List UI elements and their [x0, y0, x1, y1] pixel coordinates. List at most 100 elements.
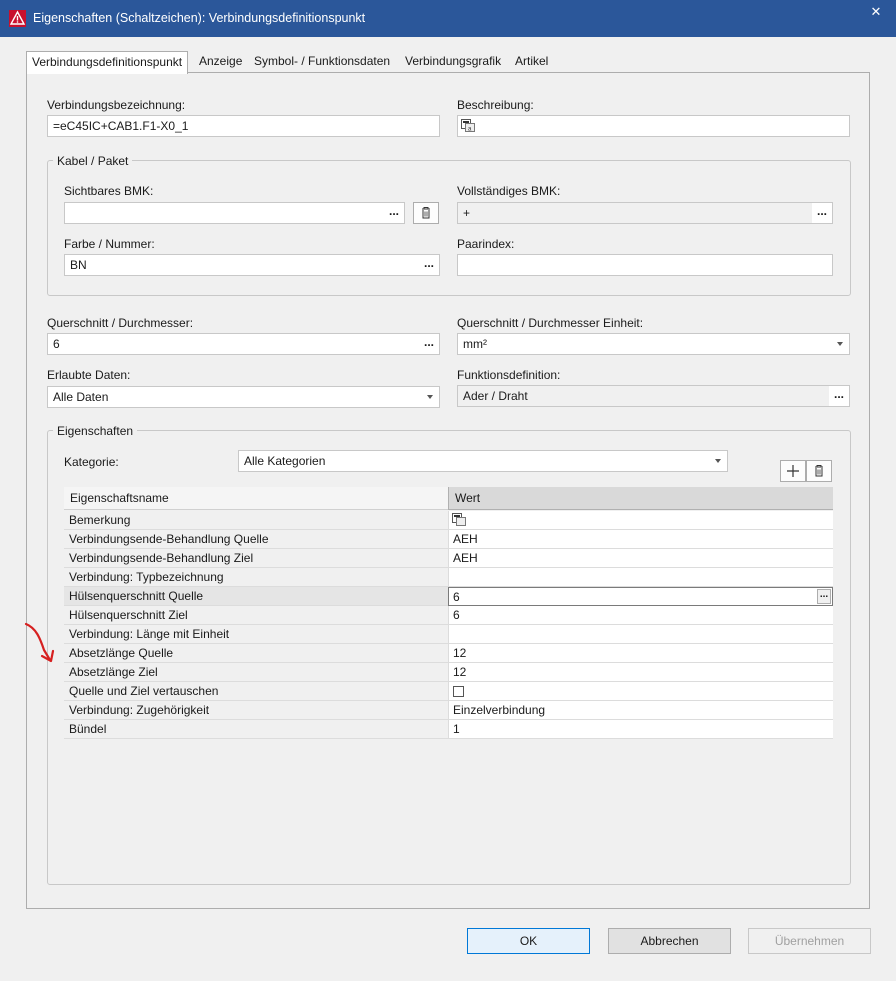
property-value-cell[interactable]: Einzelverbindung — [448, 701, 833, 720]
property-value-cell[interactable]: AEH — [448, 530, 833, 549]
sichtbares-bmk-input[interactable]: ... — [64, 202, 405, 224]
table-row[interactable]: Verbindung: Länge mit Einheit — [64, 625, 833, 644]
erlaubte-daten-value: Alle Daten — [53, 390, 109, 404]
vollstaendiges-bmk-input[interactable]: + ... — [457, 202, 833, 224]
farbe-nummer-input[interactable]: BN ... — [64, 254, 440, 276]
property-value-cell[interactable]: 1 — [448, 720, 833, 739]
funktionsdefinition-input[interactable]: Ader / Draht ... — [457, 385, 850, 407]
tab-verbindungsgrafik[interactable]: Verbindungsgrafik — [400, 51, 506, 73]
cell-browse-button[interactable]: ... — [817, 589, 831, 604]
property-value: AEH — [453, 551, 478, 565]
table-row[interactable]: Verbindungsende-Behandlung Quelle AEH — [64, 530, 833, 549]
verbindungsbezeichnung-input[interactable]: =eC45IC+CAB1.F1-X0_1 — [47, 115, 440, 137]
table-row[interactable]: Hülsenquerschnitt Ziel 6 — [64, 606, 833, 625]
multilanguage-doc-icon[interactable] — [452, 513, 466, 526]
tab-artikel[interactable]: Artikel — [510, 51, 553, 73]
verbindungsbezeichnung-label: Verbindungsbezeichnung: — [47, 98, 186, 112]
property-name-cell[interactable]: Absetzlänge Ziel — [64, 663, 448, 682]
property-value: 6 — [453, 608, 460, 622]
tab-anzeige[interactable]: Anzeige — [194, 51, 247, 73]
multilanguage-doc-icon[interactable]: a — [461, 119, 475, 132]
property-name-cell[interactable]: Absetzlänge Quelle — [64, 644, 448, 663]
property-name-cell[interactable]: Quelle und Ziel vertauschen — [64, 682, 448, 701]
property-name-cell[interactable]: Verbindungsende-Behandlung Quelle — [64, 530, 448, 549]
property-name-cell[interactable]: Hülsenquerschnitt Quelle — [64, 587, 448, 606]
querschnitt-value: 6 — [53, 337, 60, 351]
beschreibung-input[interactable]: a — [457, 115, 850, 137]
table-row[interactable]: Quelle und Ziel vertauschen — [64, 682, 833, 701]
table-row[interactable]: Hülsenquerschnitt Quelle 6... — [64, 587, 833, 606]
close-icon[interactable]: ✕ — [856, 0, 896, 24]
paarindex-input[interactable] — [457, 254, 833, 276]
property-value-cell[interactable]: 12 — [448, 644, 833, 663]
column-header-value[interactable]: Wert — [448, 487, 833, 510]
vollstaendiges-bmk-value: + — [463, 206, 471, 220]
funktionsdefinition-label: Funktionsdefinition: — [457, 368, 561, 382]
funktionsdefinition-browse-button[interactable]: ... — [829, 386, 849, 406]
cancel-button[interactable]: Abbrechen — [608, 928, 731, 954]
property-value: AEH — [453, 532, 478, 546]
property-value-cell[interactable]: AEH — [448, 549, 833, 568]
funktionsdefinition-value: Ader / Draht — [463, 389, 528, 403]
apply-button[interactable]: Übernehmen — [748, 928, 871, 954]
title-bar: Eigenschaften (Schaltzeichen): Verbindun… — [0, 0, 896, 37]
grid-header: Eigenschaftsname Wert — [64, 487, 833, 510]
add-property-button[interactable] — [780, 460, 806, 482]
sichtbares-bmk-label: Sichtbares BMK: — [64, 184, 154, 198]
property-name-cell[interactable]: Verbindung: Typbezeichnung — [64, 568, 448, 587]
property-value-cell[interactable] — [448, 568, 833, 587]
ok-button[interactable]: OK — [467, 928, 590, 954]
querschnitt-label: Querschnitt / Durchmesser: — [47, 316, 194, 330]
property-value: 12 — [453, 646, 467, 660]
table-row[interactable]: Verbindung: Typbezeichnung — [64, 568, 833, 587]
vollstaendiges-bmk-label: Vollständiges BMK: — [457, 184, 561, 198]
property-value-cell[interactable]: 6... — [448, 587, 833, 606]
property-value-cell[interactable] — [448, 625, 833, 644]
property-value-cell[interactable] — [448, 682, 833, 701]
beschreibung-label: Beschreibung: — [457, 98, 534, 112]
table-row[interactable]: Bemerkung — [64, 511, 833, 530]
property-value-cell[interactable]: 6 — [448, 606, 833, 625]
farbe-nummer-browse-button[interactable]: ... — [419, 255, 439, 275]
plus-icon — [787, 465, 799, 477]
property-name-cell[interactable]: Verbindung: Zugehörigkeit — [64, 701, 448, 720]
erlaubte-daten-select[interactable]: Alle Daten — [47, 386, 440, 408]
tab-symbol-funktionsdaten[interactable]: Symbol- / Funktionsdaten — [249, 51, 395, 73]
sichtbares-bmk-browse-button[interactable]: ... — [384, 203, 404, 223]
table-row[interactable]: Verbindung: Zugehörigkeit Einzelverbindun… — [64, 701, 833, 720]
chevron-down-icon — [427, 395, 433, 399]
column-header-name[interactable]: Eigenschaftsname — [64, 487, 448, 510]
property-name-cell[interactable]: Hülsenquerschnitt Ziel — [64, 606, 448, 625]
table-row[interactable]: Absetzlänge Ziel 12 — [64, 663, 833, 682]
eigenschaften-title: Eigenschaften — [53, 424, 138, 438]
trash-icon — [815, 465, 823, 477]
property-name-cell[interactable]: Verbindungsende-Behandlung Ziel — [64, 549, 448, 568]
property-value: Einzelverbindung — [453, 703, 546, 717]
window-title: Eigenschaften (Schaltzeichen): Verbindun… — [33, 11, 366, 25]
tab-verbindungsdefinitionspunkt[interactable]: Verbindungsdefinitionspunkt — [26, 51, 189, 74]
table-row[interactable]: Verbindungsende-Behandlung Ziel AEH — [64, 549, 833, 568]
erlaubte-daten-label: Erlaubte Daten: — [47, 368, 131, 382]
property-value-cell[interactable] — [448, 511, 833, 530]
kategorie-select[interactable]: Alle Kategorien — [238, 450, 728, 472]
checkbox[interactable] — [453, 686, 464, 697]
vollstaendiges-bmk-browse-button[interactable]: ... — [812, 203, 832, 223]
table-row[interactable]: Bündel 1 — [64, 720, 833, 739]
querschnitt-einheit-select[interactable]: mm² — [457, 333, 850, 355]
querschnitt-browse-button[interactable]: ... — [419, 334, 439, 354]
querschnitt-einheit-value: mm² — [463, 337, 487, 351]
property-name-cell[interactable]: Bemerkung — [64, 511, 448, 530]
property-grid: Eigenschaftsname Wert Bemerkung Verbindun… — [64, 487, 833, 868]
property-name-cell[interactable]: Bündel — [64, 720, 448, 739]
property-value: 12 — [453, 665, 467, 679]
property-value: 1 — [453, 722, 460, 736]
kategorie-value: Alle Kategorien — [244, 454, 326, 468]
delete-property-button[interactable] — [806, 460, 832, 482]
property-value-cell[interactable]: 12 — [448, 663, 833, 682]
delete-bmk-button[interactable] — [413, 202, 439, 224]
farbe-nummer-label: Farbe / Nummer: — [64, 237, 155, 251]
querschnitt-input[interactable]: 6 ... — [47, 333, 440, 355]
table-row[interactable]: Absetzlänge Quelle 12 — [64, 644, 833, 663]
property-name-cell[interactable]: Verbindung: Länge mit Einheit — [64, 625, 448, 644]
annotation-arrow-icon — [24, 622, 55, 663]
